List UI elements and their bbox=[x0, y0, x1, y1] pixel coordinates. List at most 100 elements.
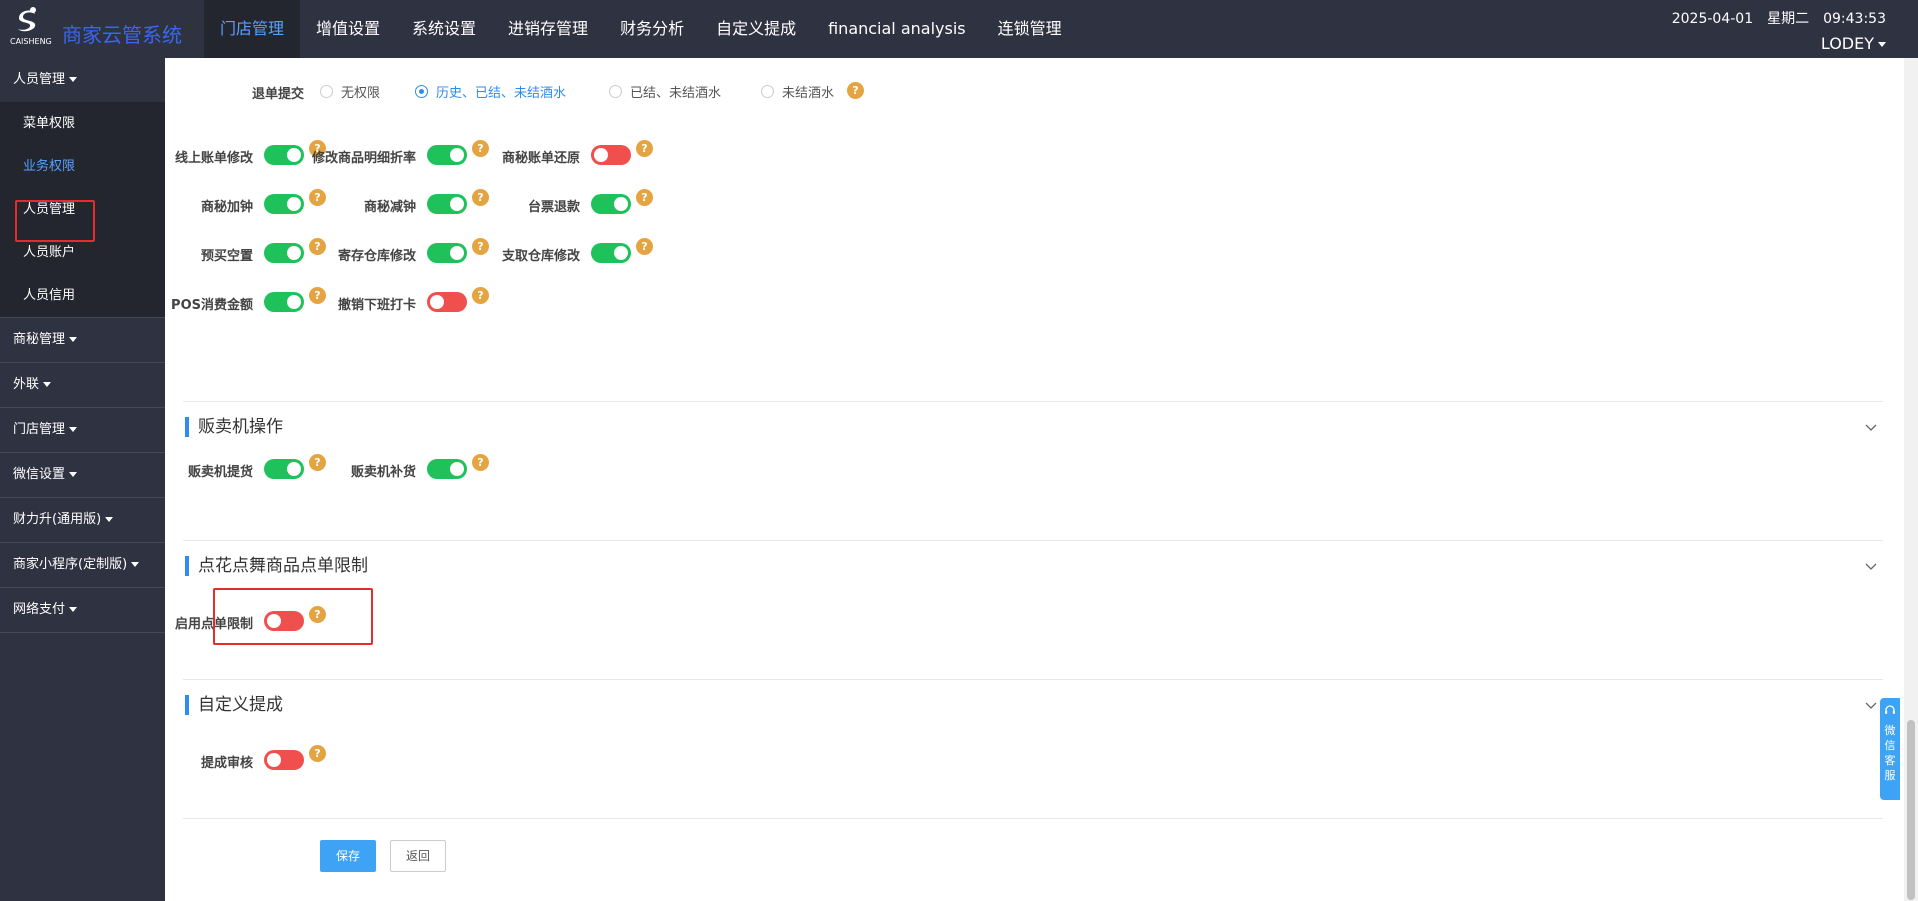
sidebar-group-label: 商秘管理 bbox=[13, 332, 66, 347]
logo-mark-icon bbox=[18, 7, 36, 32]
chevron-down-icon bbox=[1878, 42, 1886, 47]
refund-option-none[interactable]: 无权限 bbox=[320, 82, 380, 101]
section-divider bbox=[183, 540, 1883, 541]
toggle-knob bbox=[267, 614, 281, 628]
chevron-down-icon bbox=[69, 77, 78, 82]
sidebar-group-label: 商家小程序(定制版) bbox=[13, 557, 128, 572]
refund-option-all[interactable]: 历史、已结、未结酒水 bbox=[415, 82, 566, 101]
sidebar-group-miniprogram-header[interactable]: 商家小程序(定制版) bbox=[0, 543, 165, 587]
help-icon[interactable]: ? bbox=[847, 82, 864, 99]
radio-icon bbox=[320, 85, 333, 98]
user-name: LODEY bbox=[1820, 34, 1874, 53]
chevron-down-icon bbox=[69, 607, 78, 612]
sidebar-group-secretary-header[interactable]: 商秘管理 bbox=[0, 318, 165, 362]
sidebar-group-store: 门店管理 bbox=[0, 408, 165, 453]
toggle-switch[interactable] bbox=[591, 145, 631, 165]
section-divider bbox=[183, 401, 1883, 402]
toggle-switch[interactable] bbox=[427, 459, 467, 479]
permission-field-perm-8: 支取仓库修改? bbox=[430, 238, 655, 268]
radio-option-label: 未结酒水 bbox=[782, 86, 835, 101]
section-title-vending: 贩卖机操作 bbox=[185, 417, 283, 437]
help-icon[interactable]: ? bbox=[636, 189, 653, 206]
save-button[interactable]: 保存 bbox=[320, 840, 376, 872]
sidebar-group-cailisheng-header[interactable]: 财力升(通用版) bbox=[0, 498, 165, 542]
radio-option-label: 无权限 bbox=[341, 86, 381, 101]
permission-label: 商秘加钟 bbox=[200, 200, 253, 215]
sidebar-item-menu-permissions[interactable]: 菜单权限 bbox=[0, 102, 165, 145]
toggle-knob bbox=[267, 753, 281, 767]
permission-label: 台票退款 bbox=[527, 200, 580, 215]
main-content: 退单提交 无权限 历史、已结、未结酒水 已结、未结酒水 未结酒水 ? 线上账单修… bbox=[165, 58, 1898, 901]
toggle-switch[interactable] bbox=[264, 611, 304, 631]
scrollbar-thumb[interactable] bbox=[1907, 720, 1915, 900]
sidebar-group-external-header[interactable]: 外联 bbox=[0, 363, 165, 407]
help-icon[interactable]: ? bbox=[309, 745, 326, 762]
back-button[interactable]: 返回 bbox=[390, 840, 446, 872]
scrollbar[interactable] bbox=[1904, 58, 1918, 901]
chevron-down-icon bbox=[105, 517, 114, 522]
logo-text: CAISHENG bbox=[10, 37, 52, 46]
permission-label: 线上账单修改 bbox=[174, 151, 253, 166]
radio-option-label: 历史、已结、未结酒水 bbox=[436, 86, 567, 101]
radio-option-label: 已结、未结酒水 bbox=[630, 86, 722, 101]
nav-financial-analysis[interactable]: 财务分析 bbox=[604, 0, 700, 58]
sidebar-group-cailisheng: 财力升(通用版) bbox=[0, 498, 165, 543]
nav-chain-management[interactable]: 连锁管理 bbox=[982, 0, 1078, 58]
chevron-down-icon bbox=[69, 337, 78, 342]
permission-field-perm-10: 撤销下班打卡? bbox=[266, 287, 491, 317]
app-name: 商家云管系统 bbox=[62, 23, 182, 47]
toggle-switch[interactable] bbox=[264, 750, 304, 770]
nav-store-management[interactable]: 门店管理 bbox=[204, 0, 301, 58]
permission-label: 贩卖机提货 bbox=[187, 465, 253, 480]
help-icon[interactable]: ? bbox=[636, 238, 653, 255]
chevron-down-icon[interactable] bbox=[1865, 700, 1877, 712]
brand[interactable]: CAISHENG 商家云管系统 bbox=[0, 0, 182, 58]
toggle-switch[interactable] bbox=[591, 243, 631, 263]
permission-field-order-limit-0: 启用点单限制? bbox=[103, 606, 328, 636]
chevron-down-icon[interactable] bbox=[1865, 561, 1877, 573]
sidebar-group-miniprogram: 商家小程序(定制版) bbox=[0, 543, 165, 588]
nav-inventory-management[interactable]: 进销存管理 bbox=[492, 0, 604, 58]
sidebar-group-staff-header[interactable]: 人员管理 bbox=[0, 58, 165, 102]
refund-option-settled-unsettled[interactable]: 已结、未结酒水 bbox=[609, 82, 721, 101]
headset-icon bbox=[1885, 705, 1895, 714]
permission-label: 启用点单限制 bbox=[174, 617, 253, 632]
permission-field-commission-0: 提成审核? bbox=[103, 745, 328, 775]
radio-checked-icon bbox=[415, 85, 428, 98]
datetime: 2025-04-01 星期二 09:43:53 bbox=[1658, 8, 1886, 28]
radio-icon bbox=[609, 85, 622, 98]
help-icon[interactable]: ? bbox=[636, 140, 653, 157]
user-menu[interactable]: LODEY bbox=[1658, 34, 1886, 53]
customer-service-tab[interactable]: 微信客服 bbox=[1880, 698, 1900, 800]
nav-financial-analysis-en[interactable]: financial analysis bbox=[812, 0, 982, 58]
chevron-down-icon bbox=[131, 562, 140, 567]
permission-label: 支取仓库修改 bbox=[501, 249, 580, 264]
section-divider bbox=[183, 679, 1883, 680]
help-icon[interactable]: ? bbox=[472, 287, 489, 304]
refund-option-unsettled[interactable]: 未结酒水 bbox=[761, 82, 834, 101]
top-navbar: CAISHENG 商家云管系统 门店管理 增值设置 系统设置 进销存管理 财务分… bbox=[0, 0, 1918, 58]
chevron-down-icon bbox=[43, 382, 52, 387]
permission-label: 修改商品明细折率 bbox=[311, 151, 416, 166]
toggle-switch[interactable] bbox=[427, 292, 467, 312]
nav-system-settings[interactable]: 系统设置 bbox=[396, 0, 492, 58]
toggle-switch[interactable] bbox=[591, 194, 631, 214]
section-title-commission: 自定义提成 bbox=[185, 695, 283, 715]
toggle-knob bbox=[450, 462, 464, 476]
section-title-order-limit: 点花点舞商品点单限制 bbox=[185, 556, 368, 576]
sidebar-group-label: 财力升(通用版) bbox=[13, 512, 102, 527]
main-nav: 门店管理 增值设置 系统设置 进销存管理 财务分析 自定义提成 financia… bbox=[204, 0, 1078, 58]
customer-service-label: 微信客服 bbox=[1884, 724, 1896, 782]
help-icon[interactable]: ? bbox=[309, 606, 326, 623]
toggle-knob bbox=[594, 148, 608, 162]
nav-value-added-settings[interactable]: 增值设置 bbox=[300, 0, 396, 58]
help-icon[interactable]: ? bbox=[472, 454, 489, 471]
permission-label: 贩卖机补货 bbox=[350, 465, 416, 480]
permission-label: 商秘减钟 bbox=[363, 200, 416, 215]
sidebar-group-store-header[interactable]: 门店管理 bbox=[0, 408, 165, 452]
permission-field-perm-5: 台票退款? bbox=[430, 189, 655, 219]
permission-label: 商秘账单还原 bbox=[501, 151, 580, 166]
nav-custom-commission[interactable]: 自定义提成 bbox=[700, 0, 812, 58]
chevron-down-icon[interactable] bbox=[1865, 422, 1877, 434]
toggle-knob bbox=[614, 197, 628, 211]
